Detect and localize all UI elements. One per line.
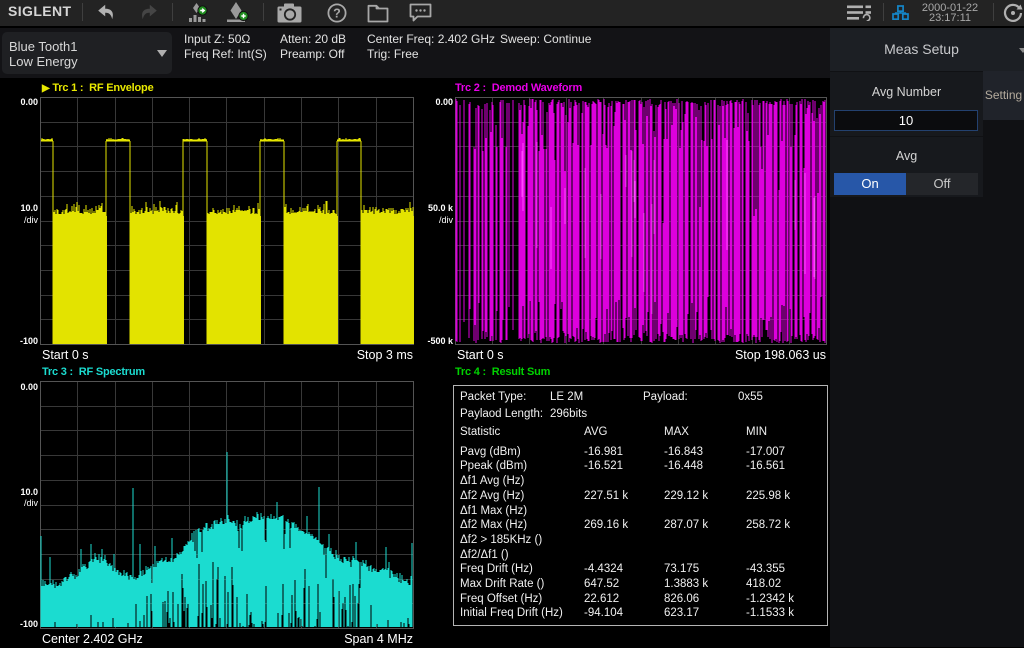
svg-text:?: ?: [333, 6, 341, 20]
